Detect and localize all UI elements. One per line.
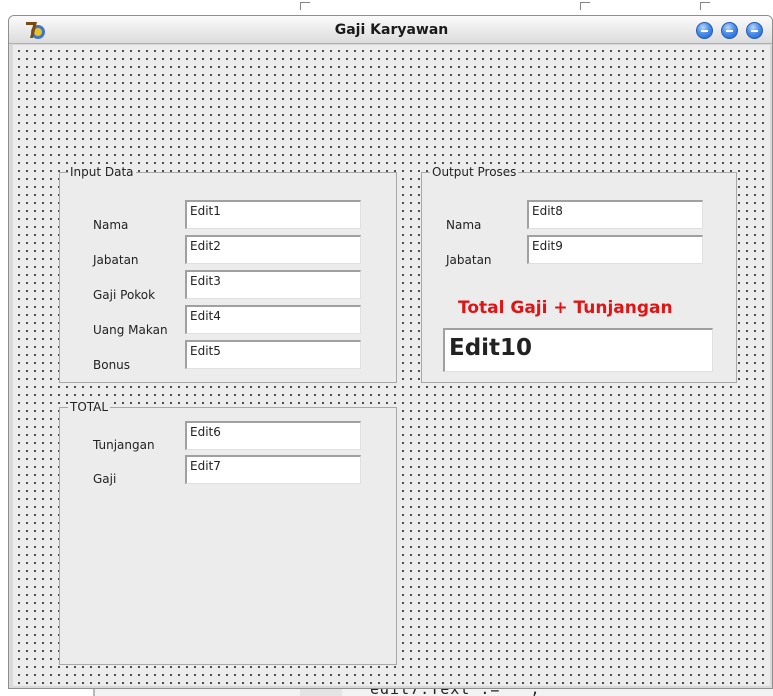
label-output-nama: Nama (446, 218, 482, 232)
edit-nama-input[interactable]: Edit1 (185, 200, 361, 229)
window-title: Gaji Karyawan (334, 22, 449, 38)
input-data-groupbox[interactable]: Input Data Nama Edit1 Jabatan Edit2 Gaji… (59, 165, 397, 383)
background-document-top (0, 0, 773, 10)
ruler-mark (700, 2, 710, 10)
label-nama: Nama (93, 218, 129, 232)
label-output-jabatan: Jabatan (446, 253, 492, 267)
groupbox-title: Output Proses (430, 165, 519, 179)
title-bar[interactable]: Gaji Karyawan (9, 16, 772, 44)
edit-gaji-input[interactable]: Edit7 (185, 455, 361, 484)
edit-bonus-input[interactable]: Edit5 (185, 340, 361, 369)
maximize-button[interactable] (721, 22, 738, 39)
edit-total-gaji-tunjangan[interactable]: Edit10 (443, 328, 713, 372)
edit-gaji-pokok-input[interactable]: Edit3 (185, 270, 361, 299)
label-gaji: Gaji (93, 472, 117, 486)
close-button[interactable] (746, 22, 763, 39)
label-uang-makan: Uang Makan (93, 323, 168, 337)
label-tunjangan: Tunjangan (93, 438, 155, 452)
edit-output-jabatan[interactable]: Edit9 (527, 235, 703, 264)
edit-tunjangan-input[interactable]: Edit6 (185, 421, 361, 450)
minimize-button[interactable] (696, 22, 713, 39)
label-bonus: Bonus (93, 358, 131, 372)
groupbox-title: TOTAL (68, 400, 111, 414)
label-jabatan: Jabatan (93, 253, 139, 267)
total-groupbox[interactable]: TOTAL Tunjangan Edit6 Gaji Edit7 (59, 400, 397, 665)
edit-jabatan-input[interactable]: Edit2 (185, 235, 361, 264)
edit-uang-makan-input[interactable]: Edit4 (185, 305, 361, 334)
output-proses-groupbox[interactable]: Output Proses Nama Edit8 Jabatan Edit9 T… (421, 165, 737, 383)
label-gaji-pokok: Gaji Pokok (93, 288, 156, 302)
form-window[interactable]: Gaji Karyawan Input Data Nama Edit1 Jaba… (8, 15, 773, 689)
groupbox-title: Input Data (68, 165, 136, 179)
form-design-canvas[interactable]: Input Data Nama Edit1 Jabatan Edit2 Gaji… (13, 45, 770, 686)
screen: edit7.Text := ''; Gaji Karyawan Input Da… (0, 0, 773, 696)
edit-output-nama[interactable]: Edit8 (527, 200, 703, 229)
ruler-mark (580, 2, 590, 10)
total-gaji-tunjangan-label: Total Gaji + Tunjangan (458, 298, 673, 318)
ruler-mark (300, 2, 310, 10)
